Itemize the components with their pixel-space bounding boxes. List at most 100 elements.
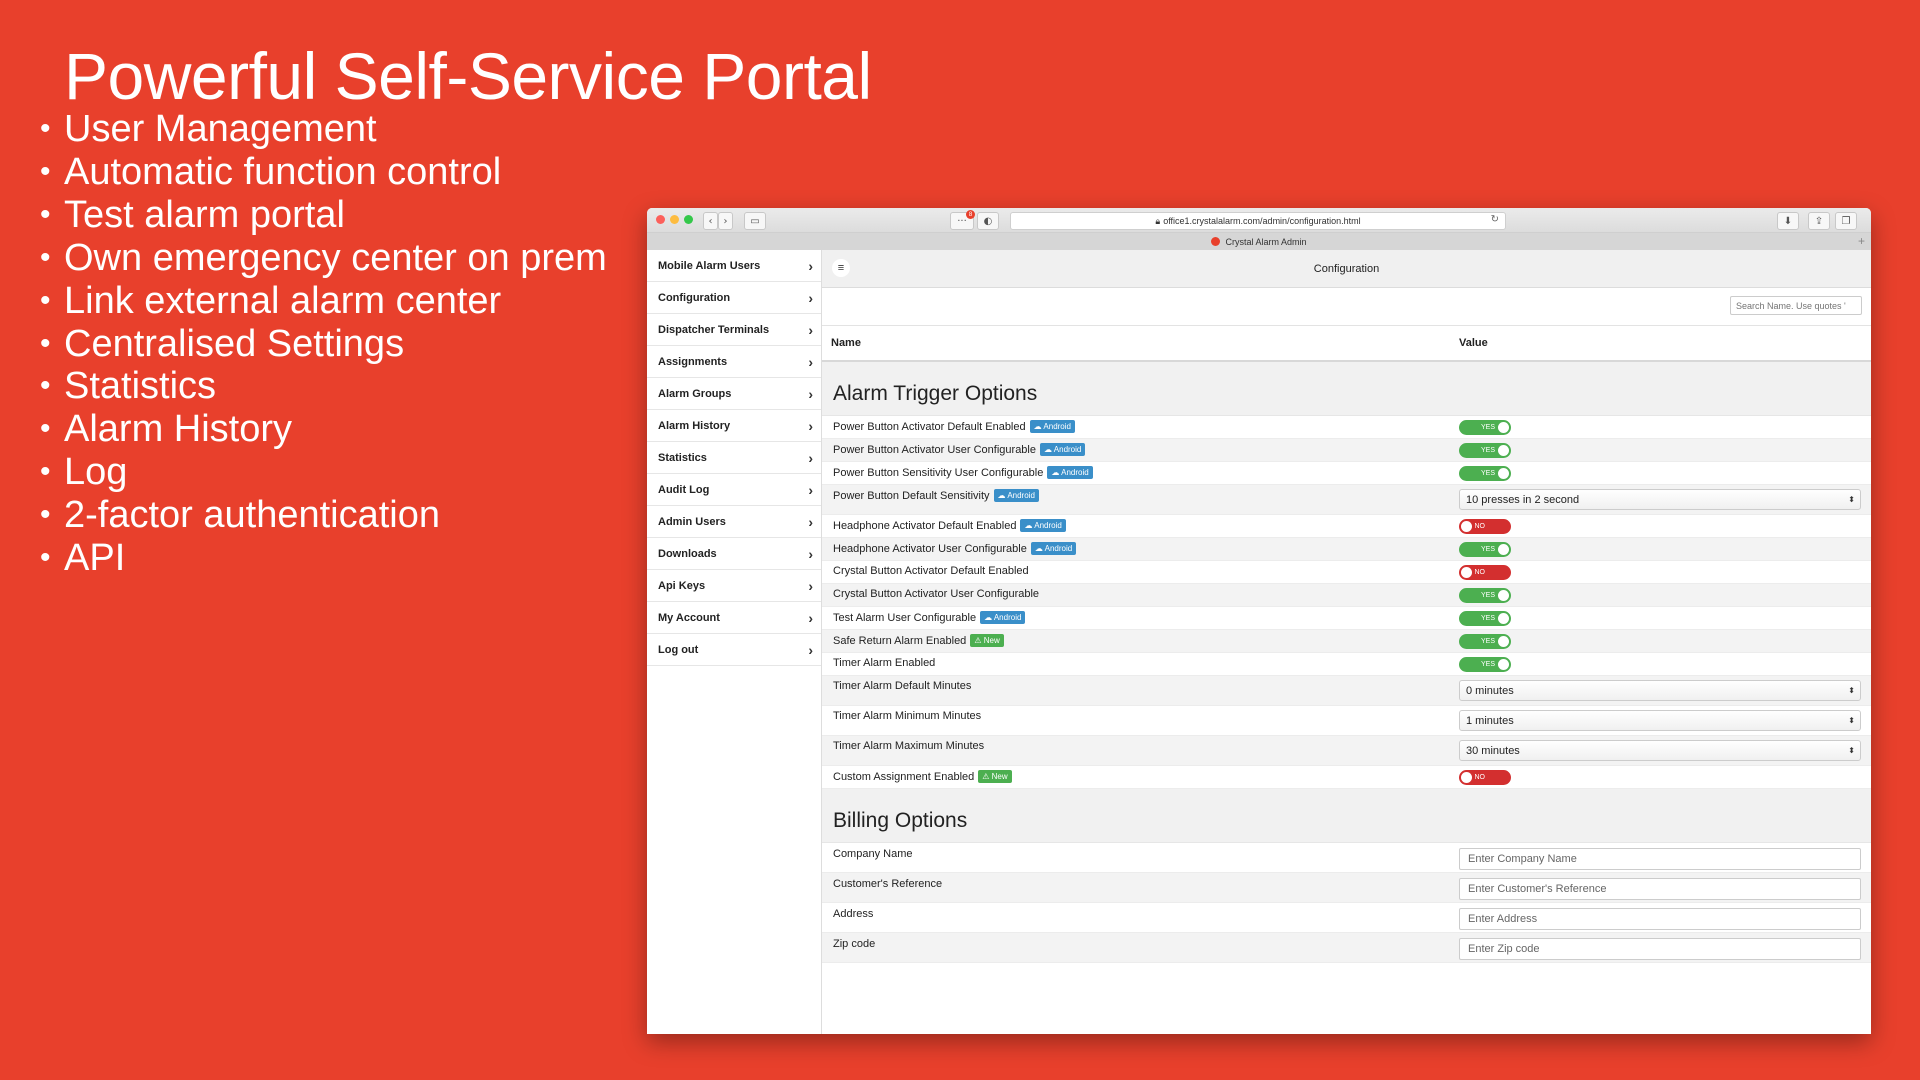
sidebar-item-label: Alarm History (658, 419, 731, 432)
back-icon[interactable]: ‹ (703, 212, 718, 230)
setting-label: Crystal Button Activator Default Enabled (833, 565, 1029, 577)
tab-title: Crystal Alarm Admin (1225, 236, 1307, 247)
setting-toggle[interactable]: YES (1459, 466, 1511, 481)
hamburger-menu-icon[interactable]: ≡ (832, 259, 850, 277)
sidebar-item-label: Admin Users (658, 515, 726, 528)
search-input[interactable] (1730, 296, 1862, 315)
sidebar-item-api-keys[interactable]: Api Keys › (647, 570, 821, 602)
setting-select[interactable]: 0 minutes ⬍ (1459, 680, 1861, 701)
new-badge: ⚠ New (978, 770, 1012, 783)
chevron-right-icon: › (808, 609, 813, 626)
main-header: ≡ Configuration (822, 250, 1871, 288)
setting-toggle[interactable]: YES (1459, 420, 1511, 435)
sidebar-item-audit-log[interactable]: Audit Log › (647, 474, 821, 506)
bullet-dot-icon: • (40, 283, 51, 317)
toggle-state: YES (1481, 592, 1496, 599)
badge-label: Android (1053, 445, 1082, 454)
setting-label: Power Button Activator Default Enabled ☁ … (833, 420, 1075, 433)
sidebar-item-log-out[interactable]: Log out › (647, 634, 821, 666)
setting-row: Crystal Button Activator Default Enabled… (822, 561, 1871, 584)
section-title-billing: Billing Options (822, 789, 1871, 843)
download-icon[interactable]: ⬇ (1777, 212, 1799, 230)
sidebar-item-alarm-groups[interactable]: Alarm Groups › (647, 378, 821, 410)
setting-select[interactable]: 30 minutes ⬍ (1459, 740, 1861, 761)
setting-name: Headphone Activator User Configurable (833, 542, 1027, 555)
reader-icon[interactable]: ◐ (977, 212, 999, 230)
sidebar-item-configuration[interactable]: Configuration › (647, 282, 821, 314)
feature-list-item: • Alarm History (40, 408, 607, 451)
setting-row: Timer Alarm Minimum Minutes 1 minutes ⬍ (822, 706, 1871, 736)
setting-toggle[interactable]: YES (1459, 634, 1511, 649)
badge-label: Android (1044, 544, 1073, 553)
android-icon: ☁ (997, 491, 1008, 500)
window-controls (656, 215, 693, 224)
sidebar-item-dispatcher-terminals[interactable]: Dispatcher Terminals › (647, 314, 821, 346)
billing-input[interactable]: Enter Address (1459, 908, 1861, 930)
badge-label: New (983, 636, 1000, 645)
favicon-icon (1211, 237, 1221, 246)
setting-toggle[interactable]: YES (1459, 611, 1511, 626)
android-icon: ☁ (1051, 468, 1062, 477)
sidebar-item-label: My Account (658, 611, 720, 624)
toggle-knob (1461, 567, 1472, 578)
tabs-overview-icon[interactable]: ❐ (1835, 212, 1857, 230)
bullet-dot-icon: • (40, 240, 51, 274)
setting-name: Power Button Default Sensitivity (833, 489, 990, 502)
toggle-state: NO (1474, 523, 1486, 530)
slide-title: Powerful Self-Service Portal (64, 39, 872, 113)
toggle-knob (1498, 445, 1509, 456)
setting-row: Timer Alarm Default Minutes 0 minutes ⬍ (822, 676, 1871, 706)
setting-label: Timer Alarm Maximum Minutes (833, 740, 984, 752)
setting-label: Timer Alarm Minimum Minutes (833, 710, 981, 722)
billing-input[interactable]: Enter Customer's Reference (1459, 878, 1861, 900)
feature-list-item: • Own emergency center on prem (40, 237, 607, 280)
feature-list-item: • User Management (40, 108, 607, 151)
badge-label: New (991, 772, 1008, 781)
setting-toggle[interactable]: YES (1459, 542, 1511, 557)
setting-toggle[interactable]: NO (1459, 565, 1511, 580)
setting-toggle[interactable]: NO (1459, 519, 1511, 534)
minimize-window-button[interactable] (670, 215, 679, 224)
sidebar-item-downloads[interactable]: Downloads › (647, 538, 821, 570)
share-icon[interactable]: ⇪ (1808, 212, 1830, 230)
setting-select[interactable]: 1 minutes ⬍ (1459, 710, 1861, 731)
sidebar-item-statistics[interactable]: Statistics › (647, 442, 821, 474)
sidebar-item-alarm-history[interactable]: Alarm History › (647, 410, 821, 442)
bullet-dot-icon: • (40, 369, 51, 403)
setting-toggle[interactable]: YES (1459, 657, 1511, 672)
maximize-window-button[interactable] (684, 215, 693, 224)
close-window-button[interactable] (656, 215, 665, 224)
warning-icon: ⚠ (982, 772, 992, 781)
setting-toggle[interactable]: YES (1459, 588, 1511, 603)
sidebar-item-my-account[interactable]: My Account › (647, 602, 821, 634)
toggle-state: YES (1481, 424, 1496, 431)
chevron-right-icon: › (808, 321, 813, 338)
sidebar-item-label: Audit Log (658, 483, 710, 496)
sidebar-item-label: Configuration (658, 291, 731, 304)
tab-bar[interactable]: Crystal Alarm Admin + (647, 233, 1871, 251)
setting-label: Timer Alarm Default Minutes (833, 680, 971, 692)
setting-select[interactable]: 10 presses in 2 second ⬍ (1459, 489, 1861, 510)
badge-label: Android (1061, 468, 1089, 477)
sidebar-item-admin-users[interactable]: Admin Users › (647, 506, 821, 538)
setting-toggle[interactable]: NO (1459, 770, 1511, 785)
billing-input[interactable]: Enter Company Name (1459, 848, 1861, 870)
sidebar-item-label: Mobile Alarm Users (658, 259, 761, 272)
sidebar-toggle-icon[interactable]: ▭ (744, 212, 766, 230)
setting-label: Headphone Activator Default Enabled ☁ And… (833, 519, 1066, 532)
new-tab-icon[interactable]: + (1858, 234, 1865, 248)
new-badge: ⚠ New (970, 634, 1004, 647)
chevron-right-icon: › (808, 577, 813, 594)
toggle-state: YES (1481, 638, 1496, 645)
forward-icon[interactable]: › (718, 212, 733, 230)
address-bar[interactable]: 🔒︎ office1.crystalalarm.com/admin/config… (1010, 212, 1506, 230)
billing-input[interactable]: Enter Zip code (1459, 938, 1861, 960)
sidebar-item-assignments[interactable]: Assignments › (647, 346, 821, 378)
billing-label: Address (833, 908, 874, 920)
badge-label: Android (1043, 422, 1071, 431)
setting-toggle[interactable]: YES (1459, 443, 1511, 458)
reload-icon[interactable]: ↻ (1491, 214, 1499, 225)
sidebar-item-mobile-alarm-users[interactable]: Mobile Alarm Users › (647, 250, 821, 282)
bullet-dot-icon: • (40, 498, 51, 532)
toggle-state: YES (1481, 661, 1496, 668)
